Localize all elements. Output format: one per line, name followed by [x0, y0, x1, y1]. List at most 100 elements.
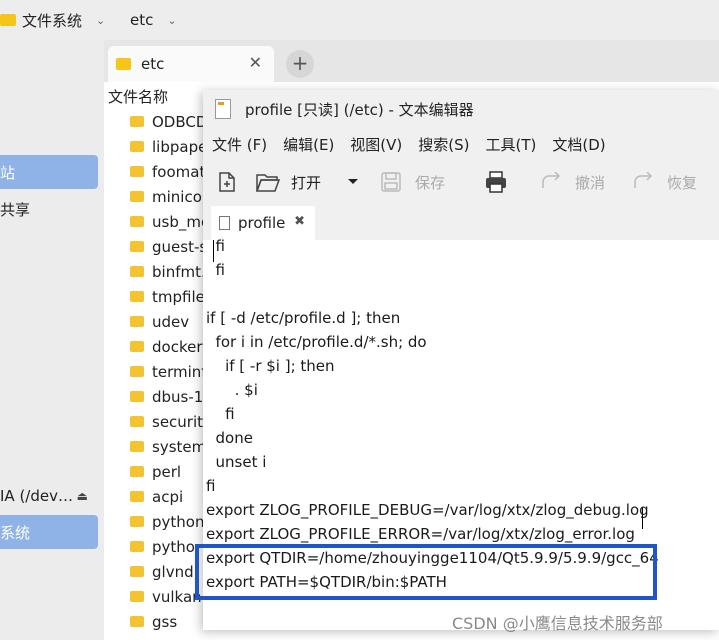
- file-row[interactable]: glvnd: [130, 559, 194, 584]
- tab-label: etc: [141, 55, 165, 73]
- file-row[interactable]: minicor: [130, 184, 208, 209]
- file-row[interactable]: vulkan: [130, 584, 202, 609]
- file-row[interactable]: docker: [130, 334, 203, 359]
- file-name: perl: [152, 462, 182, 481]
- undo-button[interactable]: 撤消: [539, 168, 605, 196]
- folder-icon: [0, 14, 16, 26]
- add-tab-button[interactable]: +: [286, 50, 314, 78]
- folder-icon: [130, 541, 144, 552]
- save-button[interactable]: 保存: [379, 168, 445, 196]
- menu-tools[interactable]: 工具(T): [486, 134, 537, 155]
- sidebar-item-label: 站: [0, 163, 16, 182]
- breadcrumb-filesystem[interactable]: 文件系统 ⌄: [0, 9, 105, 31]
- folder-icon: [130, 491, 144, 502]
- menu-search[interactable]: 搜索(S): [418, 134, 469, 155]
- sidebar-item-filesystem[interactable]: 系统: [0, 515, 98, 549]
- menu-file[interactable]: 文件 (F): [212, 134, 267, 155]
- chevron-down-icon[interactable]: ⌄: [96, 14, 105, 27]
- recent-dropdown-button[interactable]: [347, 168, 359, 196]
- text-line: fi: [206, 405, 235, 423]
- text-line: for i in /etc/profile.d/*.sh; do: [206, 333, 427, 351]
- text-line: if [ -d /etc/profile.d ]; then: [206, 309, 401, 327]
- folder-icon: [130, 391, 144, 402]
- file-row[interactable]: acpi: [130, 484, 183, 509]
- folder-icon: [130, 166, 144, 177]
- folder-open-icon: [255, 174, 281, 192]
- save-icon: [381, 172, 401, 192]
- text-line: . $i: [206, 381, 258, 399]
- file-name: dbus-1: [152, 387, 204, 406]
- text-editor-icon: [215, 99, 231, 119]
- folder-icon: [130, 266, 144, 277]
- text-line: export ZLOG_PROFILE_DEBUG=/var/log/xtx/z…: [206, 501, 649, 519]
- window-title: profile [只读] (/etc) - 文本编辑器: [245, 100, 474, 119]
- sidebar-item-site[interactable]: 站: [0, 155, 98, 189]
- file-row[interactable]: python3: [130, 509, 214, 534]
- file-row[interactable]: pytho: [130, 534, 195, 559]
- folder-icon: [130, 516, 144, 527]
- dropdown-arrow-icon: [348, 179, 358, 184]
- folder-icon: [130, 216, 144, 227]
- sidebar-item-device[interactable]: IA (/dev… ⏏: [0, 479, 98, 513]
- menu-view[interactable]: 视图(V): [350, 134, 402, 155]
- sidebar-item-label: 共享: [0, 200, 31, 219]
- text-line: done: [206, 429, 253, 447]
- tab-label: profile: [238, 214, 286, 232]
- text-line: fi: [206, 261, 225, 279]
- text-line: unset i: [206, 453, 267, 471]
- sidebar-item-label: IA (/dev…: [0, 487, 73, 505]
- file-row[interactable]: dbus-1: [130, 384, 203, 409]
- redo-label: 恢复: [667, 173, 698, 192]
- menu-edit[interactable]: 编辑(E): [283, 134, 334, 155]
- file-row[interactable]: libpape: [130, 134, 207, 159]
- eject-icon[interactable]: ⏏: [77, 489, 88, 503]
- file-row[interactable]: perl: [130, 459, 181, 484]
- text-line: fi: [206, 477, 216, 495]
- document-tabbar: profile ✖: [203, 204, 719, 240]
- tab-strip: etc ✕ +: [104, 40, 719, 82]
- folder-icon: [130, 291, 144, 302]
- file-row[interactable]: usb_mo: [130, 209, 210, 234]
- file-row[interactable]: gss: [130, 609, 177, 634]
- save-label: 保存: [415, 173, 446, 192]
- text-line: if [ -r $i ]; then: [206, 357, 335, 375]
- folder-icon: [130, 316, 144, 327]
- breadcrumb-etc[interactable]: etc ⌄: [130, 9, 177, 31]
- file-row[interactable]: binfmt.c: [130, 259, 214, 284]
- open-label: 打开: [291, 173, 322, 192]
- close-icon[interactable]: ✕: [249, 53, 262, 72]
- tab-profile[interactable]: profile ✖: [211, 206, 315, 240]
- folder-icon: [130, 366, 144, 377]
- file-row[interactable]: udev: [130, 309, 189, 334]
- folder-icon: [130, 441, 144, 452]
- folder-icon: [130, 241, 144, 252]
- watermark: CSDN @小鹰信息技术服务部: [452, 614, 663, 633]
- tab-etc[interactable]: etc ✕: [108, 46, 274, 82]
- open-button[interactable]: 打开: [255, 168, 321, 196]
- breadcrumb-label: etc: [130, 11, 154, 29]
- file-row[interactable]: systemc: [130, 434, 214, 459]
- file-manager-topbar: 文件系统 ⌄ etc ⌄: [0, 0, 719, 40]
- highlight-annotation: [195, 544, 657, 600]
- new-document-button[interactable]: [215, 168, 239, 196]
- menu-bar: 文件 (F) 编辑(E) 视图(V) 搜索(S) 工具(T) 文档(D): [203, 128, 719, 160]
- redo-button[interactable]: 恢复: [631, 168, 697, 196]
- folder-icon: [130, 191, 144, 202]
- chevron-down-icon[interactable]: ⌄: [167, 14, 176, 27]
- editor-titlebar: profile [只读] (/etc) - 文本编辑器: [203, 90, 719, 128]
- folder-icon: [130, 591, 144, 602]
- menu-documents[interactable]: 文档(D): [552, 134, 605, 155]
- folder-icon: [130, 341, 144, 352]
- document-icon: [219, 216, 230, 230]
- file-row[interactable]: security: [130, 409, 212, 434]
- close-tab-icon[interactable]: ✖: [294, 214, 305, 229]
- file-row[interactable]: tmpfiles: [130, 284, 213, 309]
- folder-icon: [116, 58, 131, 70]
- column-header-name[interactable]: 文件名称: [108, 86, 168, 107]
- file-name: libpape: [152, 137, 208, 156]
- print-button[interactable]: [483, 168, 509, 196]
- file-row[interactable]: foomati: [130, 159, 210, 184]
- sidebar-item-shared[interactable]: 共享: [0, 192, 98, 226]
- sidebar-item-label: 系统: [0, 523, 31, 542]
- folder-icon: [130, 616, 144, 627]
